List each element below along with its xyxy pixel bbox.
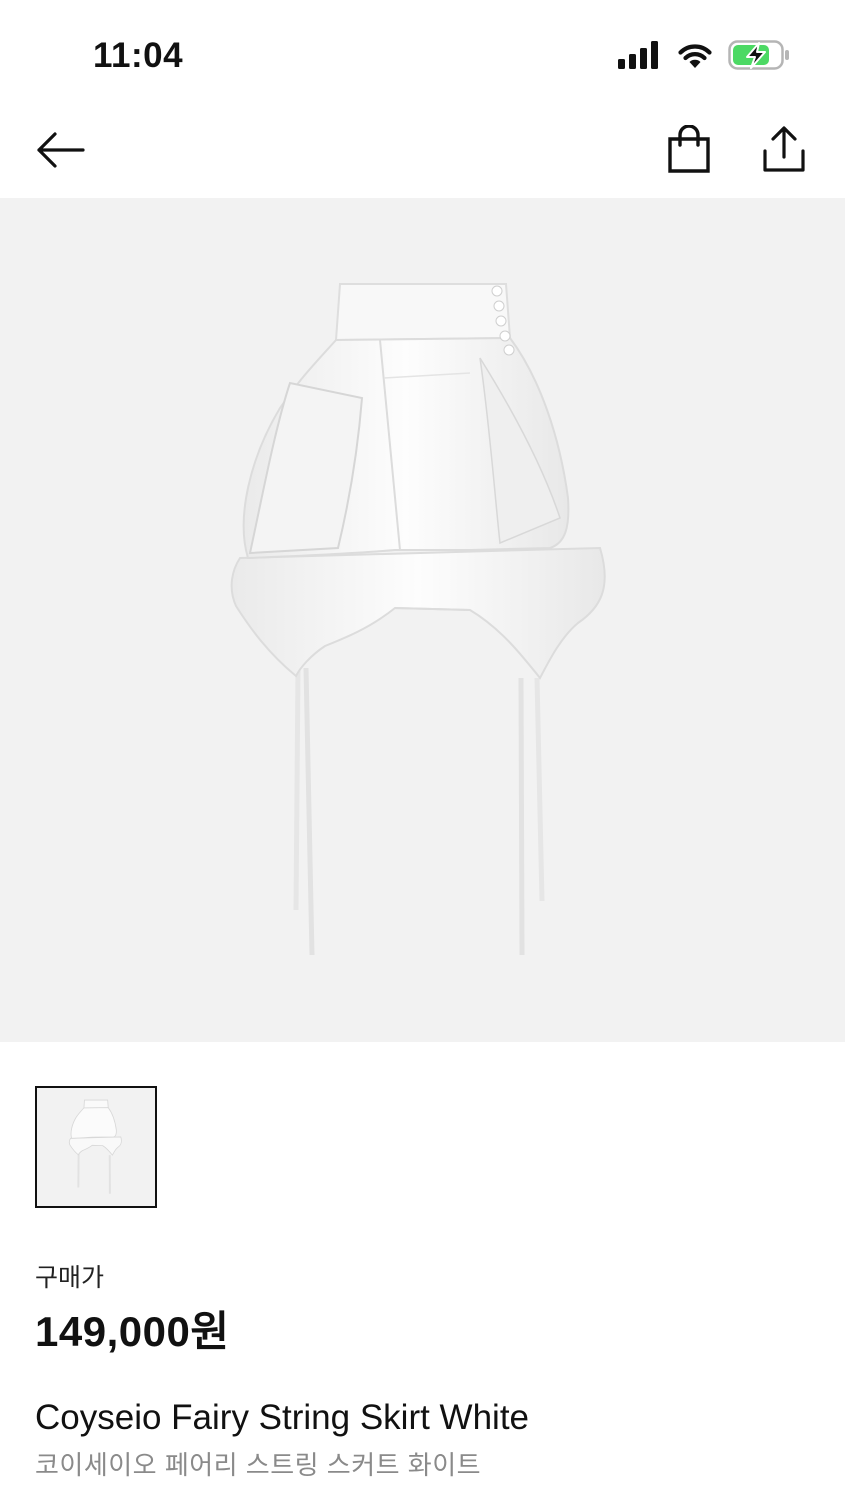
arrow-left-icon	[37, 132, 85, 168]
product-image[interactable]	[0, 198, 845, 1042]
product-thumbnail[interactable]	[35, 1086, 157, 1208]
status-time: 11:04	[93, 36, 184, 75]
skirt-thumbnail-illustration	[68, 1099, 122, 1194]
price-label: 구매가	[35, 1264, 105, 1292]
navigation-bar	[0, 100, 845, 198]
share-upload-icon	[763, 126, 805, 172]
status-bar: 11:04	[0, 0, 845, 100]
shopping-bag-icon	[668, 125, 710, 173]
shopping-bag-button[interactable]	[662, 120, 716, 178]
price-value: 149,000원	[35, 1308, 230, 1355]
skirt-illustration	[230, 283, 606, 956]
cellular-signal-icon	[618, 41, 658, 69]
product-name: Coyseio Fairy String Skirt White	[35, 1398, 530, 1437]
share-button[interactable]	[757, 120, 811, 178]
product-name-korean: 코이세이오 페어리 스트링 스커트 화이트	[35, 1450, 482, 1480]
battery-charging-icon	[728, 40, 789, 70]
wifi-icon	[678, 44, 712, 68]
back-button[interactable]	[30, 124, 90, 176]
status-icons	[618, 40, 790, 70]
